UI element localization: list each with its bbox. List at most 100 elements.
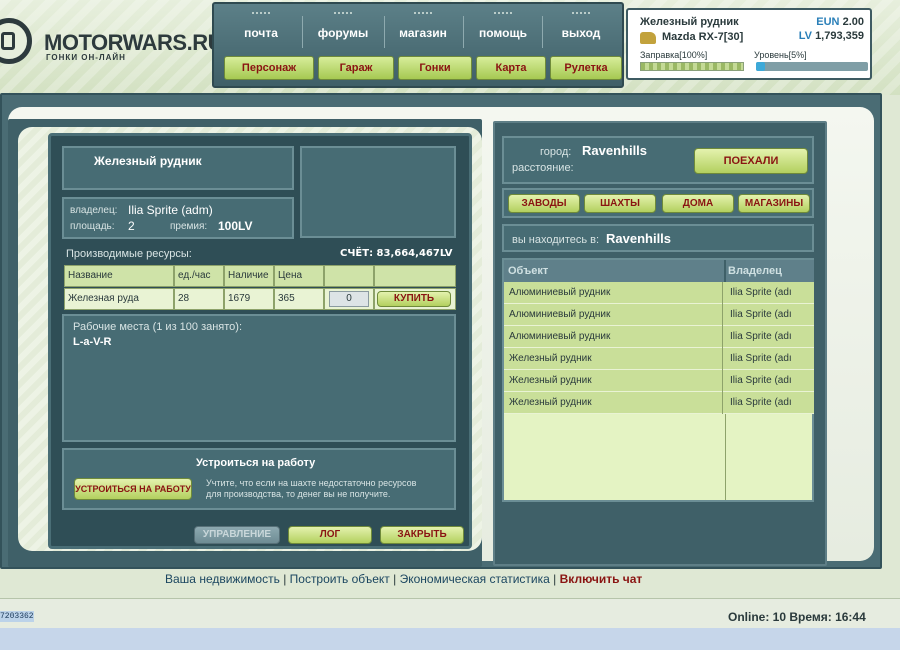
tab-manage[interactable]: УПРАВЛЕНИЕ [194, 526, 280, 544]
resource-stock: 1679 [224, 288, 274, 310]
object-title: Железный рудник [94, 154, 202, 168]
job-note-line1: Учтите, что если на шахте недостаточно р… [206, 478, 417, 488]
object-image-box [300, 146, 456, 238]
bonus-label: премия: [170, 221, 208, 232]
fuel-progress-fill [641, 63, 743, 70]
apply-job-button[interactable]: УСТРОИТЬСЯ НА РАБОТУ [74, 478, 192, 500]
nav-divider [384, 16, 385, 48]
object-owner[interactable]: Ilia Sprite (adı [726, 392, 814, 414]
object-row[interactable]: Железный рудник Ilia Sprite (adı [504, 348, 814, 370]
city-label: город: [540, 146, 572, 158]
object-owner[interactable]: Ilia Sprite (adı [726, 370, 814, 392]
object-row[interactable]: Железный рудник Ilia Sprite (adı [504, 370, 814, 392]
fuel-label: Заправка[100%] [640, 50, 708, 60]
nav-exit-link[interactable]: выход [548, 12, 614, 44]
browser-bottom-bar [0, 628, 900, 650]
job-box: Устроиться на работу УСТРОИТЬСЯ НА РАБОТ… [62, 448, 456, 510]
object-name[interactable]: Алюминиевый рудник [504, 326, 723, 348]
job-title: Устроиться на работу [196, 457, 316, 469]
lv-balance: LV 1,793,359 [799, 30, 864, 42]
filter-shops-button[interactable]: МАГАЗИНЫ [738, 194, 810, 213]
filter-factories-button[interactable]: ЗАВОДЫ [508, 194, 580, 213]
owner-name[interactable]: Ilia Sprite (adm) [128, 203, 213, 217]
nav-forums-link[interactable]: форумы [306, 12, 380, 44]
col-header-action [374, 265, 456, 287]
filter-mines-button[interactable]: ШАХТЫ [584, 194, 656, 213]
session-id: 7203362 [0, 611, 34, 622]
col-header-object: Объект [508, 265, 549, 277]
object-row[interactable]: Алюминиевый рудник Ilia Sprite (adı [504, 304, 814, 326]
object-owner[interactable]: Ilia Sprite (adı [726, 326, 814, 348]
go-button[interactable]: ПОЕХАЛИ [694, 148, 808, 174]
object-name[interactable]: Алюминиевый рудник [504, 304, 723, 326]
object-title-box: Железный рудник [62, 146, 294, 190]
col-header-rate: ед./час [174, 265, 224, 287]
nav-divider [542, 16, 543, 48]
current-city-label: вы находитесь в: [512, 234, 600, 246]
object-owner[interactable]: Ilia Sprite (adı [726, 282, 814, 304]
online-status: Online: 10 Время: 16:44 [728, 610, 866, 624]
object-owner[interactable]: Ilia Sprite (adı [726, 348, 814, 370]
col-header-name: Название [64, 265, 174, 287]
object-owner[interactable]: Ilia Sprite (adı [726, 304, 814, 326]
quantity-input[interactable]: 0 [329, 291, 369, 307]
col-header-qty [324, 265, 374, 287]
nav-character-button[interactable]: Персонаж [224, 56, 314, 80]
lv-label: LV [798, 30, 812, 42]
economic-stats-link[interactable]: Экономическая статистика [400, 572, 550, 586]
main-navigation: почта форумы магазин помощь выход Персон… [212, 2, 624, 88]
nav-mail-link[interactable]: почта [228, 12, 294, 44]
car-name[interactable]: Mazda RX-7[30] [662, 31, 743, 43]
car-icon [640, 32, 656, 44]
travel-box: город: Ravenhills расстояние: ПОЕХАЛИ [502, 136, 814, 184]
object-name[interactable]: Железный рудник [504, 370, 723, 392]
nav-divider [302, 16, 303, 48]
buy-button[interactable]: КУПИТЬ [377, 291, 451, 307]
owner-label: владелец: [70, 205, 118, 216]
footer-links: Ваша недвижимость | Построить объект | Э… [165, 572, 643, 586]
object-row[interactable]: Алюминиевый рудник Ilia Sprite (adı [504, 282, 814, 304]
account-balance: СЧЁТ: 83,664,467LV [340, 248, 453, 259]
current-location: Железный рудник [640, 16, 739, 28]
object-name[interactable]: Железный рудник [504, 348, 723, 370]
city-name: Ravenhills [582, 143, 648, 158]
enable-chat-link[interactable]: Включить чат [560, 572, 643, 586]
nav-divider [463, 16, 464, 48]
bonus-value: 100LV [218, 219, 253, 233]
user-status-panel: Железный рудник Mazda RX-7[30] EUN 2.00 … [626, 8, 872, 80]
col-header-price: Цена [274, 265, 324, 287]
nav-shop-link[interactable]: магазин [388, 12, 458, 44]
current-city-name: Ravenhills [606, 231, 672, 246]
filter-bar: ЗАВОДЫ ШАХТЫ ДОМА МАГАЗИНЫ [502, 188, 814, 218]
nav-help-link[interactable]: помощь [468, 12, 538, 44]
eun-label: EUN [816, 16, 840, 28]
level-progress-bar [756, 62, 868, 71]
objects-table-header: Объект Владелец [504, 260, 814, 282]
distance-label: расстояние: [512, 162, 574, 174]
fuel-progress-bar [640, 62, 744, 71]
tab-log[interactable]: ЛОГ [288, 526, 372, 544]
nav-roulette-button[interactable]: Рулетка [550, 56, 622, 80]
object-name[interactable]: Алюминиевый рудник [504, 282, 723, 304]
object-row[interactable]: Алюминиевый рудник Ilia Sprite (adı [504, 326, 814, 348]
resource-rate: 28 [174, 288, 224, 310]
my-property-link[interactable]: Ваша недвижимость [165, 572, 280, 586]
resource-qty-cell: 0 [324, 288, 374, 310]
object-info-box: владелец: Ilia Sprite (adm) площадь: 2 п… [62, 197, 294, 239]
nav-races-button[interactable]: Гонки [398, 56, 472, 80]
close-button[interactable]: ЗАКРЫТЬ [380, 526, 464, 544]
logo-tagline: ГОНКИ ОН-ЛАЙН [46, 53, 126, 62]
object-row[interactable]: Железный рудник Ilia Sprite (adı [504, 392, 814, 414]
filter-houses-button[interactable]: ДОМА [662, 194, 734, 213]
eun-balance: EUN 2.00 [816, 16, 864, 28]
object-name[interactable]: Железный рудник [504, 392, 723, 414]
level-label: Уровень[5%] [754, 50, 807, 60]
worker-name[interactable]: L-a-V-R [73, 336, 112, 348]
area-label: площадь: [70, 221, 115, 232]
nav-map-button[interactable]: Карта [476, 56, 546, 80]
current-city-box: вы находитесь в: Ravenhills [502, 224, 814, 252]
nav-garage-button[interactable]: Гараж [318, 56, 394, 80]
workplaces-label: Рабочие места (1 из 100 занято): [73, 321, 243, 333]
eun-value: 2.00 [842, 16, 864, 28]
build-object-link[interactable]: Построить объект [290, 572, 390, 586]
